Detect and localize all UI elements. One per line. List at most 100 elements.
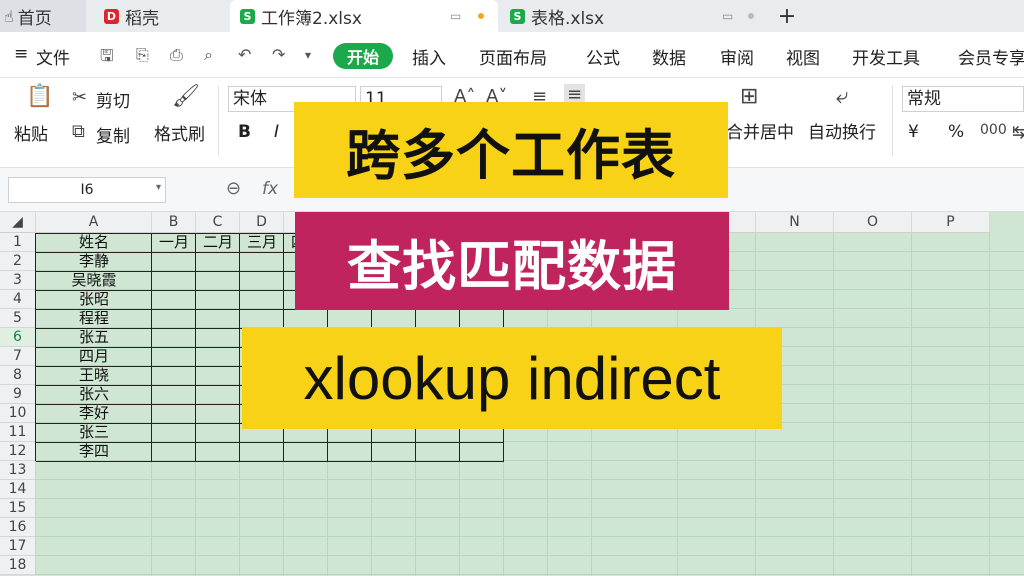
copy-button[interactable]: 复制	[96, 122, 130, 147]
gridline	[36, 555, 1024, 556]
row-header[interactable]: 17	[0, 537, 36, 556]
menu-review[interactable]: 审阅	[720, 44, 754, 69]
menu-developer[interactable]: 开发工具	[852, 44, 920, 69]
currency-button[interactable]: ¥	[908, 122, 919, 142]
tab-workbook2-label: 工作簿2.xlsx	[261, 8, 362, 29]
bold-button[interactable]: B	[238, 122, 251, 142]
table-row[interactable]: 张六	[36, 385, 152, 404]
new-tab-button[interactable]: +	[772, 0, 802, 32]
row-header[interactable]: 10	[0, 404, 36, 423]
screen-icon[interactable]: ▭	[450, 9, 461, 23]
window-tab-bar: ☝ 首页 D 稻壳 S 工作簿2.xlsx ▭ S 表格.xlsx ▭ +	[0, 0, 1024, 32]
row-header[interactable]: 1	[0, 233, 36, 252]
cell-reference-box[interactable]: I6	[8, 177, 166, 203]
menu-file[interactable]: 文件	[36, 44, 70, 69]
row-header[interactable]: 16	[0, 518, 36, 537]
menu-data[interactable]: 数据	[652, 44, 686, 69]
tab-home[interactable]: ☝ 首页	[0, 0, 86, 32]
column-header[interactable]: O	[834, 212, 912, 233]
menu-member[interactable]: 会员专享	[958, 44, 1024, 69]
gridline	[36, 498, 1024, 499]
column-header[interactable]: B	[152, 212, 196, 233]
divider	[892, 86, 893, 156]
hamburger-icon[interactable]: ≡	[14, 44, 28, 64]
row-header[interactable]: 11	[0, 423, 36, 442]
table-row[interactable]: 张三	[36, 423, 152, 442]
table-header-cell[interactable]: 姓名	[36, 233, 152, 252]
tab-daoke[interactable]: D 稻壳	[90, 0, 228, 32]
row-header[interactable]: 4	[0, 290, 36, 309]
table-row[interactable]: 四月	[36, 347, 152, 366]
brush-icon[interactable]: 🖌	[172, 84, 200, 109]
row-header[interactable]: 2	[0, 252, 36, 271]
tab-table[interactable]: S 表格.xlsx	[500, 0, 760, 32]
table-row[interactable]: 王晓	[36, 366, 152, 385]
chevron-down-icon[interactable]: ▾	[305, 48, 311, 62]
row-header[interactable]: 3	[0, 271, 36, 290]
menu-formulas[interactable]: 公式	[586, 44, 620, 69]
table-row[interactable]: 张昭	[36, 290, 152, 309]
row-header[interactable]: 15	[0, 499, 36, 518]
unsaved-dot-icon	[748, 13, 754, 19]
table-header-cell[interactable]: 一月	[152, 233, 196, 252]
save-icon[interactable]: 🖫	[100, 45, 114, 72]
table-row[interactable]: 李四	[36, 442, 152, 461]
menu-start[interactable]: 开始	[333, 43, 393, 69]
menu-insert[interactable]: 插入	[412, 44, 446, 69]
print-preview-icon[interactable]: ⌕	[204, 45, 213, 65]
number-format-select[interactable]: 常规	[902, 86, 1024, 112]
zoom-icon[interactable]: ⊖	[226, 178, 241, 199]
wrap-text-icon[interactable]: ⤶	[836, 84, 848, 109]
column-header[interactable]: P	[912, 212, 990, 233]
table-row[interactable]: 程程	[36, 309, 152, 328]
gridline	[36, 517, 1024, 518]
export-icon[interactable]: ⎘	[136, 45, 149, 65]
wrap-text-button[interactable]: 自动换行	[808, 118, 876, 143]
italic-button[interactable]: I	[274, 122, 279, 142]
column-header[interactable]: C	[196, 212, 240, 233]
function-button[interactable]: fx	[262, 179, 278, 199]
spreadsheet-icon: S	[510, 8, 525, 24]
row-header[interactable]: 5	[0, 309, 36, 328]
table-border	[36, 442, 504, 443]
row-header[interactable]: 12	[0, 442, 36, 461]
column-header[interactable]: N	[756, 212, 834, 233]
column-header[interactable]: D	[240, 212, 284, 233]
row-header[interactable]: 8	[0, 366, 36, 385]
select-all-corner[interactable]: ◢	[0, 212, 36, 233]
table-row[interactable]: 李静	[36, 252, 152, 271]
title-banner-line2: 查找匹配数据	[295, 212, 729, 310]
row-header[interactable]: 7	[0, 347, 36, 366]
row-header[interactable]: 14	[0, 480, 36, 499]
row-header[interactable]: 13	[0, 461, 36, 480]
print-icon[interactable]: ⎙	[170, 45, 183, 65]
row-header[interactable]: 18	[0, 556, 36, 575]
unsaved-dot-icon	[478, 13, 484, 19]
screen-icon[interactable]: ▭	[722, 9, 733, 23]
decimal-icon[interactable]: ↹	[1012, 122, 1024, 143]
paste-icon[interactable]: 📋	[26, 84, 53, 109]
undo-icon[interactable]: ↶	[238, 45, 251, 64]
paste-button[interactable]: 粘贴	[14, 120, 48, 145]
redo-icon[interactable]: ↷	[272, 45, 285, 64]
cut-button[interactable]: 剪切	[96, 87, 130, 112]
copy-icon[interactable]: ⧉	[72, 121, 85, 142]
chevron-down-icon[interactable]: ▾	[156, 182, 161, 193]
table-row[interactable]: 李好	[36, 404, 152, 423]
table-header-cell[interactable]: 三月	[240, 233, 284, 252]
percent-button[interactable]: %	[948, 122, 964, 142]
scissors-icon[interactable]: ✂	[72, 87, 87, 108]
merge-center-icon[interactable]: ⊞	[740, 84, 758, 109]
table-row[interactable]: 吴晓霞	[36, 271, 152, 290]
table-header-cell[interactable]: 二月	[196, 233, 240, 252]
table-row[interactable]: 张五	[36, 328, 152, 347]
title-banner-line1: 跨多个工作表	[294, 102, 728, 198]
column-header[interactable]: A	[36, 212, 152, 233]
menu-view[interactable]: 视图	[786, 44, 820, 69]
format-painter-button[interactable]: 格式刷	[154, 120, 205, 145]
divider	[218, 86, 219, 156]
menu-page-layout[interactable]: 页面布局	[479, 44, 547, 69]
row-header[interactable]: 9	[0, 385, 36, 404]
row-header[interactable]: 6	[0, 328, 36, 347]
thousands-separator-icon[interactable]: 000	[980, 122, 1007, 138]
